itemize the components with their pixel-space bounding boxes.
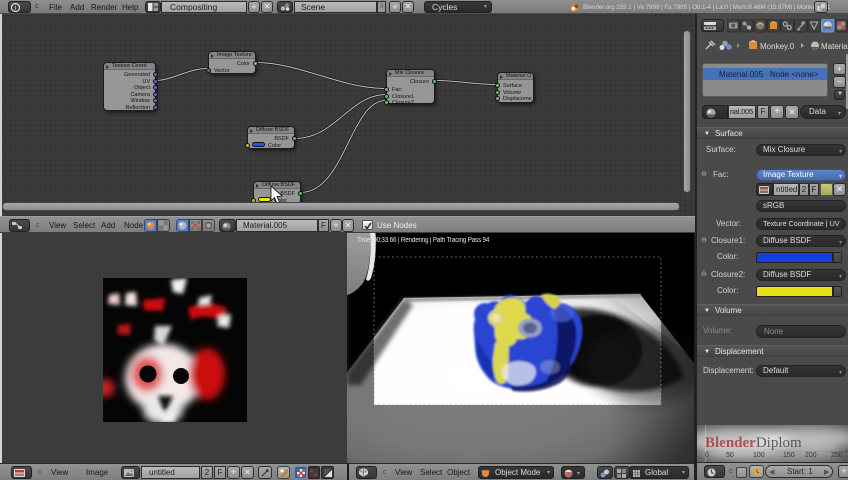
svg-text:Monkey.0: Monkey.0 [760,42,795,51]
svg-text:Material.00: Material.00 [821,42,848,51]
